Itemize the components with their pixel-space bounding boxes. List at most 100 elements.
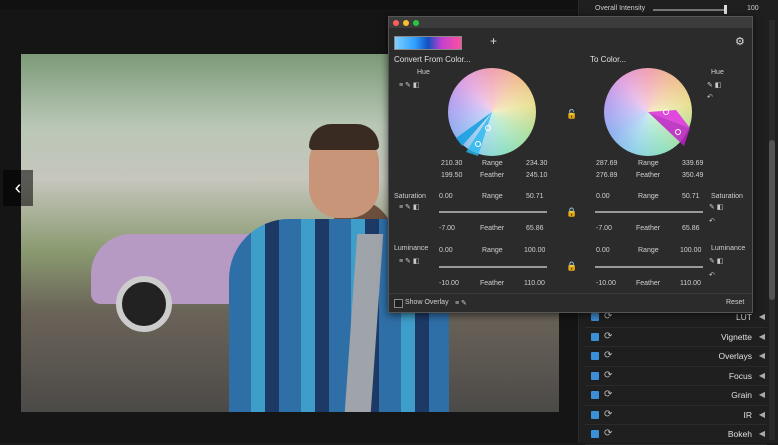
expand-arrow-icon[interactable]: ◀ [759, 410, 765, 419]
from-lum-b: 100.00 [524, 247, 546, 254]
minimize-window-button[interactable] [403, 20, 409, 26]
reset-icon[interactable]: ⟳ [604, 389, 612, 400]
close-window-button[interactable] [393, 20, 399, 26]
reset-icon[interactable]: ⟳ [604, 331, 612, 342]
feather-label: Feather [636, 225, 661, 232]
range-label: Range [482, 193, 503, 200]
target-color-wheel[interactable] [604, 68, 692, 156]
overall-intensity-track[interactable] [653, 9, 725, 11]
effect-label: Vignette [720, 331, 752, 342]
hue-selection-overlay [648, 109, 690, 146]
effect-toggle[interactable] [591, 391, 599, 399]
from-lum-c: -10.00 [439, 280, 459, 287]
convert-from-heading: Convert From Color... [394, 55, 471, 64]
hue-selection-overlay [456, 112, 492, 156]
saturation-range-slider[interactable] [439, 211, 547, 213]
show-overlay-label: Show Overlay [405, 299, 449, 306]
eyedropper-icon[interactable]: ✎ ◧ [709, 257, 723, 265]
overall-intensity-label: Overall Intensity [595, 5, 646, 12]
reset-icon[interactable]: ↶ [707, 93, 713, 101]
reset-icon[interactable]: ⟳ [604, 370, 612, 381]
luminance-range-slider[interactable] [595, 266, 703, 268]
range-label: Range [482, 160, 503, 167]
effect-toggle[interactable] [591, 410, 599, 419]
feather-label: Feather [636, 172, 661, 179]
saturation-range-slider[interactable] [595, 211, 703, 213]
effect-row[interactable]: ⟳ IR ◀ [585, 406, 767, 425]
effect-label: Focus [728, 370, 752, 381]
overall-intensity-handle[interactable] [723, 5, 727, 14]
luminance-label: Luminance [394, 245, 429, 252]
color-swatch-preset[interactable] [394, 36, 462, 50]
to-hue-d: 350.49 [682, 172, 704, 179]
eyedropper-icon[interactable]: ≡ ✎ ◧ [399, 81, 419, 89]
from-sat-d: 65.86 [526, 225, 544, 232]
gear-icon[interactable]: ⚙ [735, 35, 745, 48]
from-lum-d: 110.00 [524, 280, 545, 287]
effect-row[interactable]: ⟳ Bokeh ◀ [585, 425, 767, 445]
overlay-options-icon[interactable]: ≡ ✎ [455, 299, 467, 307]
effect-label: IR [743, 409, 753, 420]
to-lum-d: 110.00 [680, 280, 701, 287]
panel-footer: Show Overlay ≡ ✎ Reset [389, 293, 752, 313]
source-color-wheel[interactable] [448, 68, 536, 156]
reset-icon[interactable]: ↶ [709, 217, 715, 225]
effect-label: LUT [735, 312, 752, 322]
lock-icon[interactable]: 🔒 [566, 261, 577, 272]
from-lum-a: 0.00 [439, 247, 453, 254]
luminance-label: Luminance [711, 245, 746, 252]
eyedropper-icon[interactable]: ≡ ✎ ◧ [399, 257, 419, 265]
overall-intensity-value: 100 [747, 5, 759, 12]
to-sat-d: 65.86 [682, 225, 700, 232]
effect-toggle[interactable] [591, 371, 599, 380]
expand-arrow-icon[interactable]: ◀ [759, 390, 765, 399]
reset-icon[interactable]: ⟳ [604, 428, 612, 439]
car-wheel [116, 276, 172, 332]
reset-icon[interactable]: ↶ [709, 271, 715, 279]
effect-row[interactable]: ⟳ Grain ◀ [585, 386, 767, 406]
from-hue-a: 210.30 [441, 160, 463, 167]
expand-arrow-icon[interactable]: ◀ [759, 332, 765, 341]
to-hue-b: 339.69 [682, 160, 704, 167]
expand-arrow-icon[interactable]: ◀ [759, 312, 765, 321]
effect-label: Bokeh [727, 429, 752, 439]
zoom-window-button[interactable] [413, 20, 419, 26]
effect-row[interactable]: ⟳ Overlays ◀ [585, 347, 767, 367]
eyedropper-icon[interactable]: ✎ ◧ [709, 203, 723, 211]
expand-arrow-icon[interactable]: ◀ [759, 429, 765, 438]
lock-icon[interactable]: 🔒 [566, 207, 577, 218]
to-hue-a: 287.69 [596, 160, 618, 167]
prev-image-button[interactable]: ‹ [3, 170, 33, 206]
from-hue-c: 199.50 [441, 172, 463, 179]
expand-arrow-icon[interactable]: ◀ [759, 351, 765, 360]
reset-button[interactable]: Reset [726, 299, 744, 306]
to-sat-c: -7.00 [596, 225, 612, 232]
effect-toggle[interactable] [591, 332, 599, 341]
eyedropper-icon[interactable]: ✎ ◧ [707, 81, 721, 89]
effect-row[interactable]: ⟳ Vignette ◀ [585, 328, 767, 347]
to-hue-c: 276.89 [596, 172, 618, 179]
effect-toggle[interactable] [591, 352, 599, 360]
from-sat-a: 0.00 [439, 193, 453, 200]
sidebar-scroll-thumb[interactable] [769, 140, 775, 300]
effect-row[interactable]: ⟳ Focus ◀ [585, 367, 767, 386]
eyedropper-icon[interactable]: ≡ ✎ ◧ [399, 203, 419, 211]
effect-toggle[interactable] [591, 313, 599, 321]
from-sat-b: 50.71 [526, 193, 544, 200]
expand-arrow-icon[interactable]: ◀ [759, 371, 765, 380]
feather-label: Feather [480, 280, 505, 287]
to-color-heading: To Color... [590, 55, 627, 64]
panel-titlebar[interactable] [389, 17, 752, 28]
reset-icon[interactable]: ⟳ [604, 350, 612, 361]
lock-icon[interactable]: 🔓 [566, 109, 577, 120]
hue-label: Hue [711, 69, 724, 76]
show-overlay-checkbox[interactable] [394, 299, 403, 308]
effect-toggle[interactable] [591, 430, 599, 438]
from-sat-c: -7.00 [439, 225, 455, 232]
person-hair [309, 124, 379, 150]
range-label: Range [638, 193, 659, 200]
add-icon[interactable]: + [490, 34, 497, 48]
luminance-range-slider[interactable] [439, 266, 547, 268]
reset-icon[interactable]: ⟳ [604, 409, 612, 420]
from-hue-d: 245.10 [526, 172, 548, 179]
